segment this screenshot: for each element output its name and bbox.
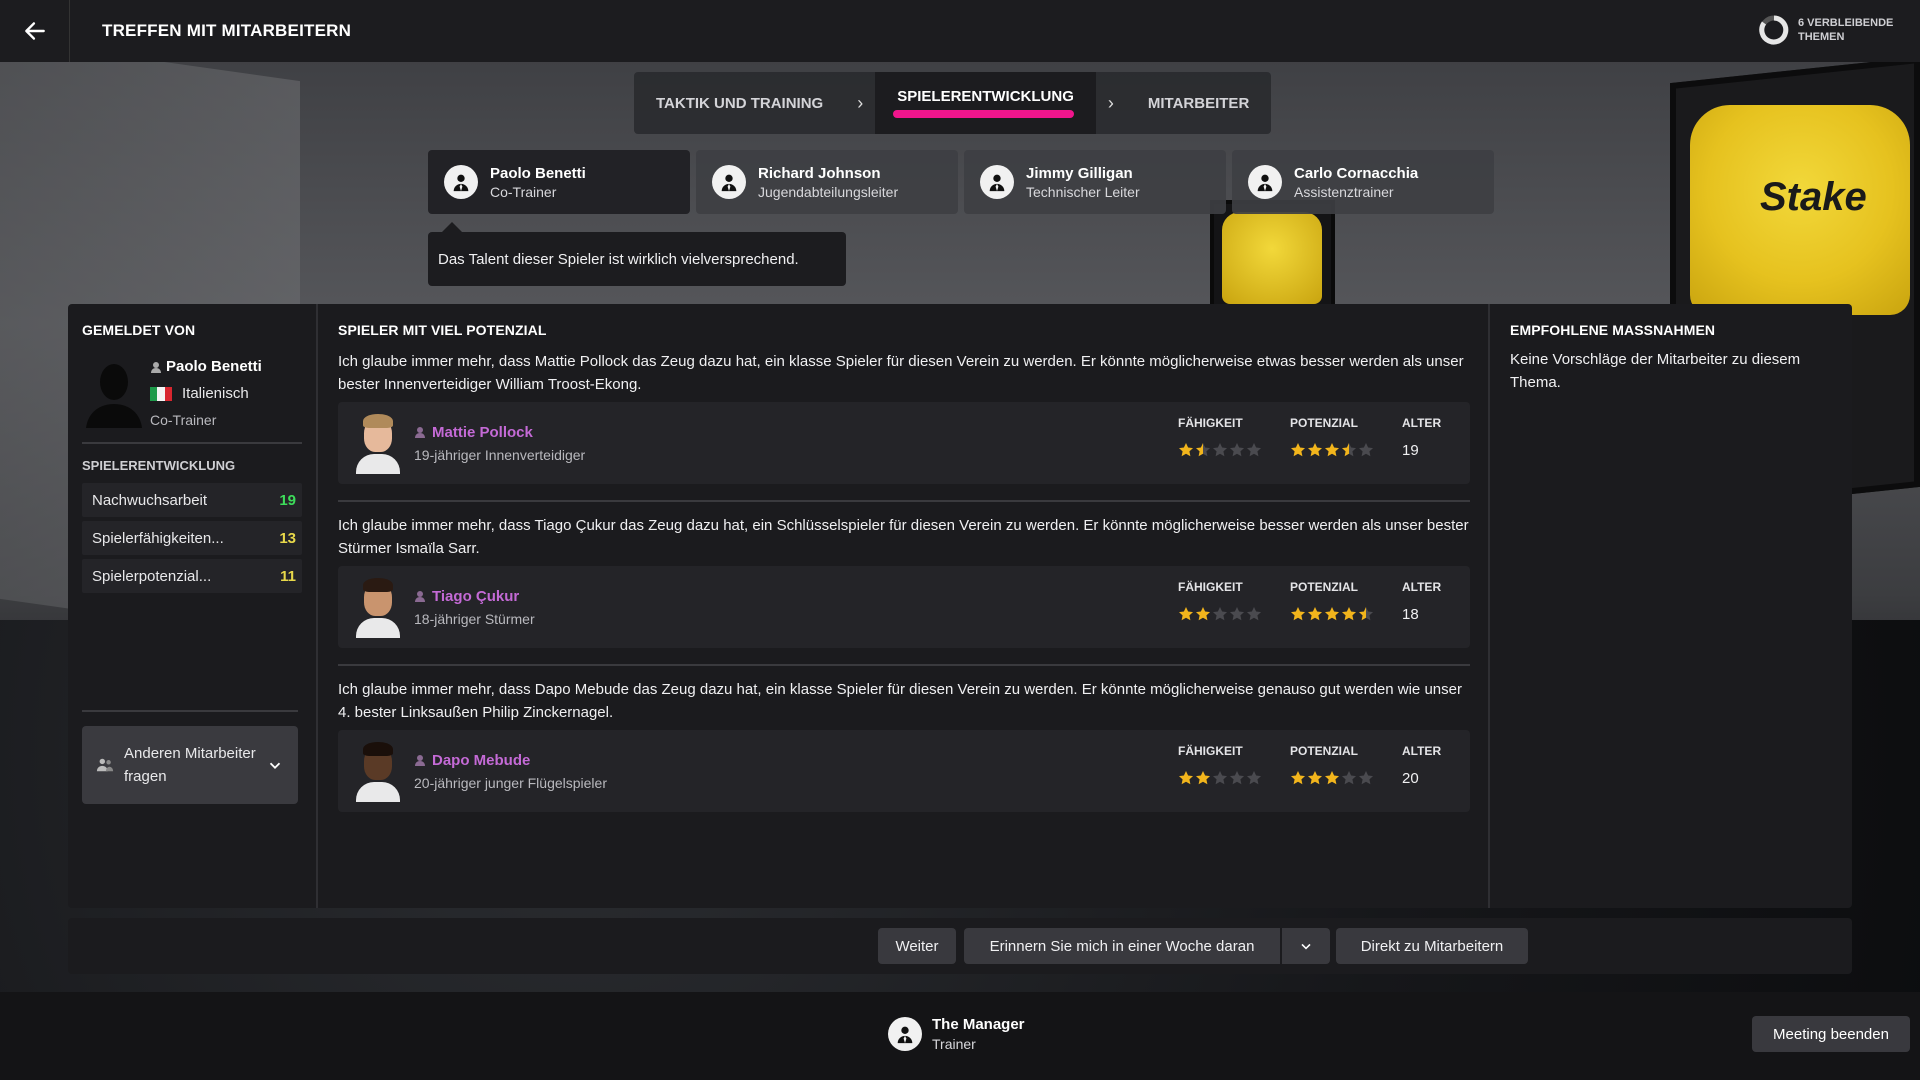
player-card[interactable]: Mattie Pollock 19-jähriger Innenverteidi… <box>338 402 1470 484</box>
remind-later-button[interactable]: Erinnern Sie mich in einer Woche daran <box>964 928 1280 964</box>
reporter-role: Co-Trainer <box>150 412 217 428</box>
italy-flag-icon <box>150 386 172 401</box>
staff-selector: Paolo Benetti Co-Trainer Richard Johnson J… <box>428 150 1494 214</box>
page-title: TREFFEN MIT MITARBEITERN <box>102 21 352 40</box>
back-arrow-icon <box>24 22 45 40</box>
person-icon <box>415 591 425 602</box>
manager-info: The Manager Trainer <box>888 1016 1025 1052</box>
player-face-image <box>356 740 400 802</box>
player-report: Ich glaube immer mehr, dass Mattie Pollo… <box>338 350 1470 502</box>
person-icon <box>415 755 425 766</box>
chevron-down-icon <box>1301 943 1311 950</box>
staff-tab-carlo-cornacchia[interactable]: Carlo Cornacchia Assistenztrainer <box>1232 150 1494 214</box>
top-bar: TREFFEN MIT MITARBEITERN 6 VERBLEIBENDE … <box>0 0 1920 62</box>
staff-avatar-icon <box>444 165 478 199</box>
player-name-link[interactable]: Tiago Çukur <box>432 588 519 605</box>
player-description: 19-jähriger Innenverteidiger <box>414 446 586 463</box>
player-report-text: Ich glaube immer mehr, dass Tiago Çukur … <box>338 517 1469 557</box>
staff-tab-paolo-benetti[interactable]: Paolo Benetti Co-Trainer <box>428 150 690 214</box>
direct-to-staff-button[interactable]: Direkt zu Mitarbeitern <box>1336 928 1528 964</box>
reporter-name: Paolo Benetti <box>166 358 262 375</box>
player-card[interactable]: Dapo Mebude 20-jähriger junger Flügelspi… <box>338 730 1470 812</box>
end-meeting-button[interactable]: Meeting beenden <box>1752 1016 1910 1052</box>
tab-staff[interactable]: MITARBEITER <box>1125 72 1272 134</box>
player-card[interactable]: Tiago Çukur 18-jähriger Stürmer FÄHIGKEI… <box>338 566 1470 648</box>
speech-bubble: Das Talent dieser Spieler ist wirklich v… <box>428 222 846 286</box>
player-face-image <box>356 412 400 474</box>
attribute-row: Nachwuchsarbeit 19 <box>82 483 302 517</box>
remind-options-dropdown[interactable] <box>1282 928 1330 964</box>
players-column: SPIELER MIT VIEL POTENZIAL Ich glaube im… <box>338 322 1470 812</box>
continue-button[interactable]: Weiter <box>878 928 956 964</box>
attribute-row: Spielerpotenzial... 11 <box>82 559 302 593</box>
player-name-link[interactable]: Mattie Pollock <box>432 424 533 441</box>
tab-tactics-training[interactable]: TAKTIK UND TRAINING <box>634 72 846 134</box>
attribute-row: Spielerfähigkeiten... 13 <box>82 521 302 555</box>
topics-remaining: 6 VERBLEIBENDE THEMEN <box>1758 14 1906 46</box>
ability-header: FÄHIGKEIT <box>1178 744 1243 758</box>
ability-stars <box>1178 770 1290 786</box>
action-bar: Weiter Erinnern Sie mich in einer Woche … <box>68 918 1852 974</box>
bottom-bar: The Manager Trainer Meeting beenden <box>0 992 1920 1080</box>
staff-tab-richard-johnson[interactable]: Richard Johnson Jugendabteilungsleiter <box>696 150 958 214</box>
potential-header: POTENZIAL <box>1290 416 1358 430</box>
player-report-text: Ich glaube immer mehr, dass Mattie Pollo… <box>338 353 1464 393</box>
staff-avatar-icon <box>980 165 1014 199</box>
chevron-right-icon: › <box>1095 72 1126 134</box>
reporter-card[interactable]: Paolo Benetti Italienisch Co-Trainer <box>82 358 302 428</box>
progress-ring-icon <box>1759 15 1789 45</box>
ability-stars <box>1178 606 1290 622</box>
people-icon <box>96 758 114 772</box>
staff-silhouette-icon <box>86 364 142 428</box>
active-tab-indicator <box>893 110 1074 118</box>
potential-stars <box>1290 442 1402 458</box>
ability-header: FÄHIGKEIT <box>1178 416 1243 430</box>
reported-by-column: GEMELDET VON Paolo Benetti Italienisch C… <box>68 304 318 908</box>
player-name-link[interactable]: Dapo Mebude <box>432 752 530 769</box>
age-header: ALTER <box>1402 580 1442 594</box>
chevron-right-icon: › <box>845 72 876 134</box>
staff-avatar-icon <box>1248 165 1282 199</box>
main-panel: GEMELDET VON Paolo Benetti Italienisch C… <box>68 304 1852 908</box>
player-age: 18 <box>1402 606 1419 623</box>
potential-header: POTENZIAL <box>1290 744 1358 758</box>
staff-tab-jimmy-gilligan[interactable]: Jimmy Gilligan Technischer Leiter <box>964 150 1226 214</box>
reported-by-heading: GEMELDET VON <box>82 322 196 338</box>
ask-other-staff-dropdown[interactable]: Anderen Mitarbeiter fragen <box>82 726 298 804</box>
staff-person-icon <box>151 361 161 373</box>
player-report-text: Ich glaube immer mehr, dass Dapo Mebude … <box>338 681 1462 721</box>
age-header: ALTER <box>1402 744 1442 758</box>
player-age: 19 <box>1402 442 1419 459</box>
player-description: 18-jähriger Stürmer <box>414 610 535 627</box>
player-report: Ich glaube immer mehr, dass Tiago Çukur … <box>338 514 1470 666</box>
staff-avatar-icon <box>712 165 746 199</box>
recommended-column: EMPFOHLENE MASSNAHMEN Keine Vorschläge d… <box>1488 304 1852 908</box>
ability-stars <box>1178 442 1290 458</box>
ability-header: FÄHIGKEIT <box>1178 580 1243 594</box>
recommended-text: Keine Vorschläge der Mitarbeiter zu dies… <box>1510 351 1801 391</box>
potential-header: POTENZIAL <box>1290 580 1358 594</box>
player-report: Ich glaube immer mehr, dass Dapo Mebude … <box>338 678 1470 812</box>
player-age: 20 <box>1402 770 1419 787</box>
potential-stars <box>1290 770 1402 786</box>
back-button[interactable] <box>0 0 70 62</box>
manager-avatar-icon <box>888 1017 922 1051</box>
players-heading: SPIELER MIT VIEL POTENZIAL <box>338 322 547 338</box>
tab-player-development[interactable]: SPIELERENTWICKLUNG <box>875 72 1096 134</box>
potential-stars <box>1290 606 1402 622</box>
recommended-heading: EMPFOHLENE MASSNAHMEN <box>1510 322 1716 338</box>
player-description: 20-jähriger junger Flügelspieler <box>414 774 607 791</box>
attributes-heading: SPIELERENTWICKLUNG <box>82 458 236 473</box>
age-header: ALTER <box>1402 416 1442 430</box>
player-face-image <box>356 576 400 638</box>
jersey-image: Stake <box>1690 105 1910 315</box>
person-icon <box>415 427 425 438</box>
reporter-nationality: Italienisch <box>182 385 249 402</box>
stage-tabs: TAKTIK UND TRAINING › SPIELERENTWICKLUNG… <box>634 72 1272 134</box>
chevron-down-icon <box>269 762 281 769</box>
